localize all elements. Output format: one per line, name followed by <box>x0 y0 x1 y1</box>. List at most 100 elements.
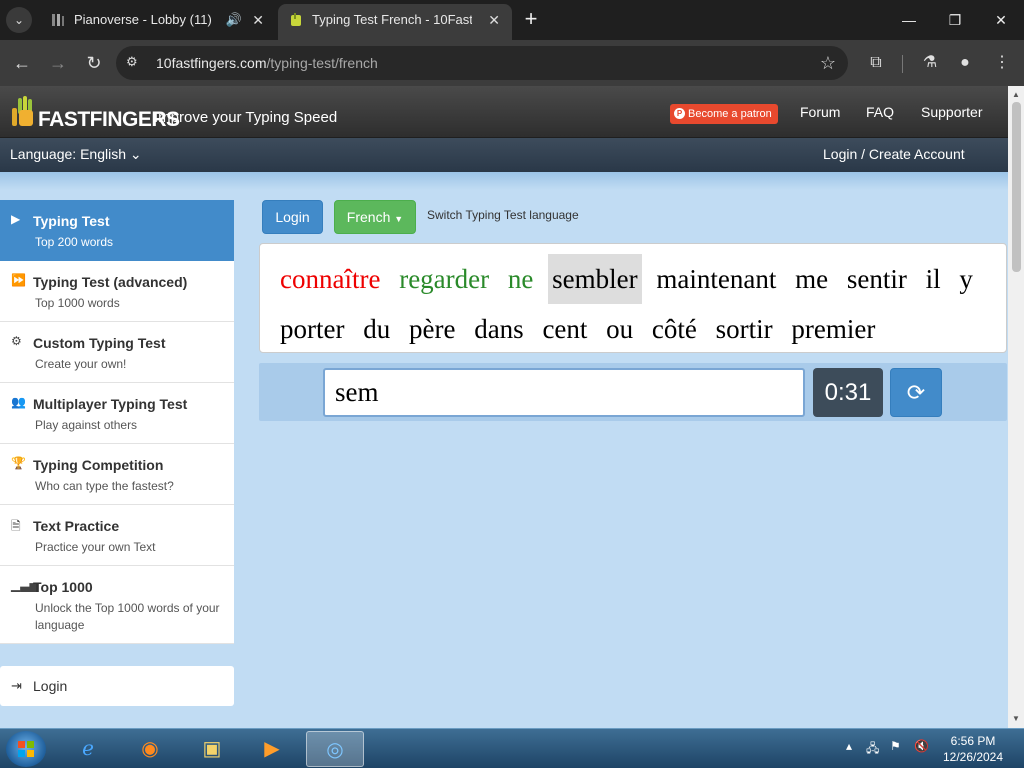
extensions-icon[interactable]: ⧉ <box>862 49 890 77</box>
chrome-taskbar-icon[interactable]: ◎ <box>306 731 364 767</box>
url-domain: 10fastfingers.com <box>156 55 267 71</box>
fastfingers-favicon-icon <box>291 13 301 26</box>
sidebar-item-top-1000[interactable]: ▁▃▅ Top 1000 Unlock the Top 1000 words o… <box>0 566 234 644</box>
speaker-icon[interactable]: 🔊 <box>226 4 242 36</box>
chevron-down-icon: ⌄ <box>129 146 142 162</box>
word-pending: dans <box>474 314 524 344</box>
typing-input[interactable] <box>323 368 805 417</box>
word-pending: père <box>408 314 456 344</box>
word-pending: maintenant <box>656 264 777 294</box>
tab-pianoverse[interactable]: Pianoverse - Lobby (11) 🔊 ✕ <box>40 4 276 40</box>
words-display: connaître regarder ne sembler maintenant… <box>259 243 1007 353</box>
action-center-flag-icon[interactable]: ⚑ <box>890 739 901 753</box>
switch-language-note: Switch Typing Test language <box>427 208 579 222</box>
sidebar-item-typing-test[interactable]: ▶ Typing Test Top 200 words <box>0 200 234 261</box>
close-icon[interactable]: ✕ <box>488 4 500 36</box>
bookmark-star-icon[interactable]: ☆ <box>820 46 836 80</box>
tab-title: Pianoverse - Lobby (11) <box>74 12 212 27</box>
sidebar-item-title: Top 1000 <box>33 579 93 595</box>
new-tab-button[interactable]: + <box>520 6 542 34</box>
nav-supporter[interactable]: Supporter <box>921 104 982 120</box>
file-explorer-icon[interactable]: ▣ <box>190 731 234 767</box>
url-path: /typing-test/french <box>266 55 378 71</box>
toolbar-divider <box>902 55 903 73</box>
profile-avatar-icon[interactable]: ● <box>951 49 979 77</box>
header-shadow-band <box>0 172 1008 190</box>
tab-search-button[interactable]: ⌄ <box>6 7 32 33</box>
reload-button[interactable]: ↻ <box>80 49 108 77</box>
become-patron-button[interactable]: P Become a patron <box>670 104 778 124</box>
restore-button[interactable]: ❐ <box>932 0 978 40</box>
trophy-icon: 🏆 <box>11 456 26 470</box>
play-icon: ▶ <box>11 212 21 226</box>
pianoverse-favicon-icon <box>52 14 64 26</box>
login-button[interactable]: Login <box>262 200 323 234</box>
sidebar-item-title: Custom Typing Test <box>33 335 166 351</box>
labs-flask-icon[interactable]: ⚗ <box>916 49 944 77</box>
sidebar-item-multiplayer[interactable]: 👥 Multiplayer Typing Test Play against o… <box>0 383 234 444</box>
word-pending: y <box>959 264 973 294</box>
network-icon[interactable]: 🖧 <box>866 739 879 760</box>
sidebar-item-subtitle: Unlock the Top 1000 words of your langua… <box>35 601 220 632</box>
window-close-button[interactable]: ✕ <box>978 0 1024 40</box>
hand-logo-icon <box>12 96 33 126</box>
page-scrollbar[interactable]: ▲ ▼ <box>1008 86 1024 728</box>
sidebar-item-title: Text Practice <box>33 518 120 534</box>
firefox-icon[interactable]: ◉ <box>128 731 172 767</box>
forward-button[interactable]: → <box>44 49 72 77</box>
sidebar-item-custom-typing-test[interactable]: ⚙ Custom Typing Test Create your own! <box>0 322 234 383</box>
fast-forward-icon: ⏩ <box>11 273 26 287</box>
site-info-icon[interactable]: ⚙ <box>126 54 144 72</box>
menu-kebab-icon[interactable]: ⋮ <box>988 49 1016 77</box>
sidebar-item-subtitle: Top 200 words <box>35 235 114 249</box>
tab-title: Typing Test French - 10FastFing <box>312 12 472 27</box>
word-pending: du <box>363 314 391 344</box>
patron-label: Become a patron <box>688 108 772 120</box>
sidebar: ▶ Typing Test Top 200 words ⏩ Typing Tes… <box>0 200 234 644</box>
scroll-down-arrow-icon[interactable]: ▼ <box>1008 712 1024 726</box>
typing-input-row: 0:31 ⟳ <box>259 363 1007 421</box>
sidebar-item-subtitle: Who can type the fastest? <box>35 479 174 493</box>
scroll-up-arrow-icon[interactable]: ▲ <box>1008 88 1024 102</box>
clock-date: 12/26/2024 <box>942 750 1004 764</box>
sidebar-item-subtitle: Play against others <box>35 418 138 432</box>
scroll-thumb[interactable] <box>1012 102 1021 272</box>
login-create-account-link[interactable]: Login / Create Account <box>823 146 965 162</box>
minimize-button[interactable]: — <box>886 0 932 40</box>
sidebar-item-typing-competition[interactable]: 🏆 Typing Competition Who can type the fa… <box>0 444 234 505</box>
language-button-label: French <box>346 209 391 225</box>
volume-muted-icon[interactable]: 🔇 <box>914 739 929 753</box>
word-pending: cent <box>542 314 588 344</box>
system-clock[interactable]: 6:56 PM 12/26/2024 <box>938 733 1008 765</box>
sidebar-item-subtitle: Create your own! <box>35 357 127 371</box>
address-bar[interactable]: ⚙ 10fastfingers.com/typing-test/french ☆ <box>116 46 848 80</box>
sidebar-item-typing-test-advanced[interactable]: ⏩ Typing Test (advanced) Top 1000 words <box>0 261 234 322</box>
language-selector[interactable]: Language: English ⌄ <box>10 146 142 163</box>
tray-expand-icon[interactable]: ▴ <box>846 739 852 753</box>
word-pending: il <box>925 264 941 294</box>
internet-explorer-icon[interactable]: ℯ <box>66 731 110 767</box>
word-current: sembler <box>548 254 642 304</box>
nav-faq[interactable]: FAQ <box>866 104 894 120</box>
language-dropdown-button[interactable]: French ▼ <box>334 200 416 234</box>
nav-forum[interactable]: Forum <box>800 104 840 120</box>
url-text[interactable]: 10fastfingers.com/typing-test/french <box>156 46 378 80</box>
start-button[interactable] <box>6 731 46 767</box>
browser-tabstrip: ⌄ Pianoverse - Lobby (11) 🔊 ✕ Typing Tes… <box>0 0 1024 40</box>
sidebar-item-title: Multiplayer Typing Test <box>33 396 188 412</box>
restart-button[interactable]: ⟳ <box>890 368 942 417</box>
sidebar-item-text-practice[interactable]: 🗎 Text Practice Practice your own Text <box>0 505 234 566</box>
back-button[interactable]: ← <box>8 49 36 77</box>
tab-typing-test[interactable]: Typing Test French - 10FastFing ✕ <box>278 4 512 40</box>
site-header: 10FASTFINGERS Improve your Typing Speed … <box>0 86 1008 138</box>
language-bar: Language: English ⌄ Login / Create Accou… <box>0 138 1008 172</box>
media-player-icon[interactable]: ▶ <box>250 731 294 767</box>
patreon-icon: P <box>674 108 685 119</box>
sidebar-item-subtitle: Top 1000 words <box>35 296 120 310</box>
sign-in-icon: ⇥ <box>11 678 22 693</box>
users-icon: 👥 <box>11 395 26 409</box>
sidebar-login[interactable]: ⇥ Login <box>0 666 234 706</box>
close-icon[interactable]: ✕ <box>252 4 264 36</box>
word-wrong: connaître <box>280 264 381 294</box>
signal-bars-icon: ▁▃▅ <box>11 578 39 592</box>
